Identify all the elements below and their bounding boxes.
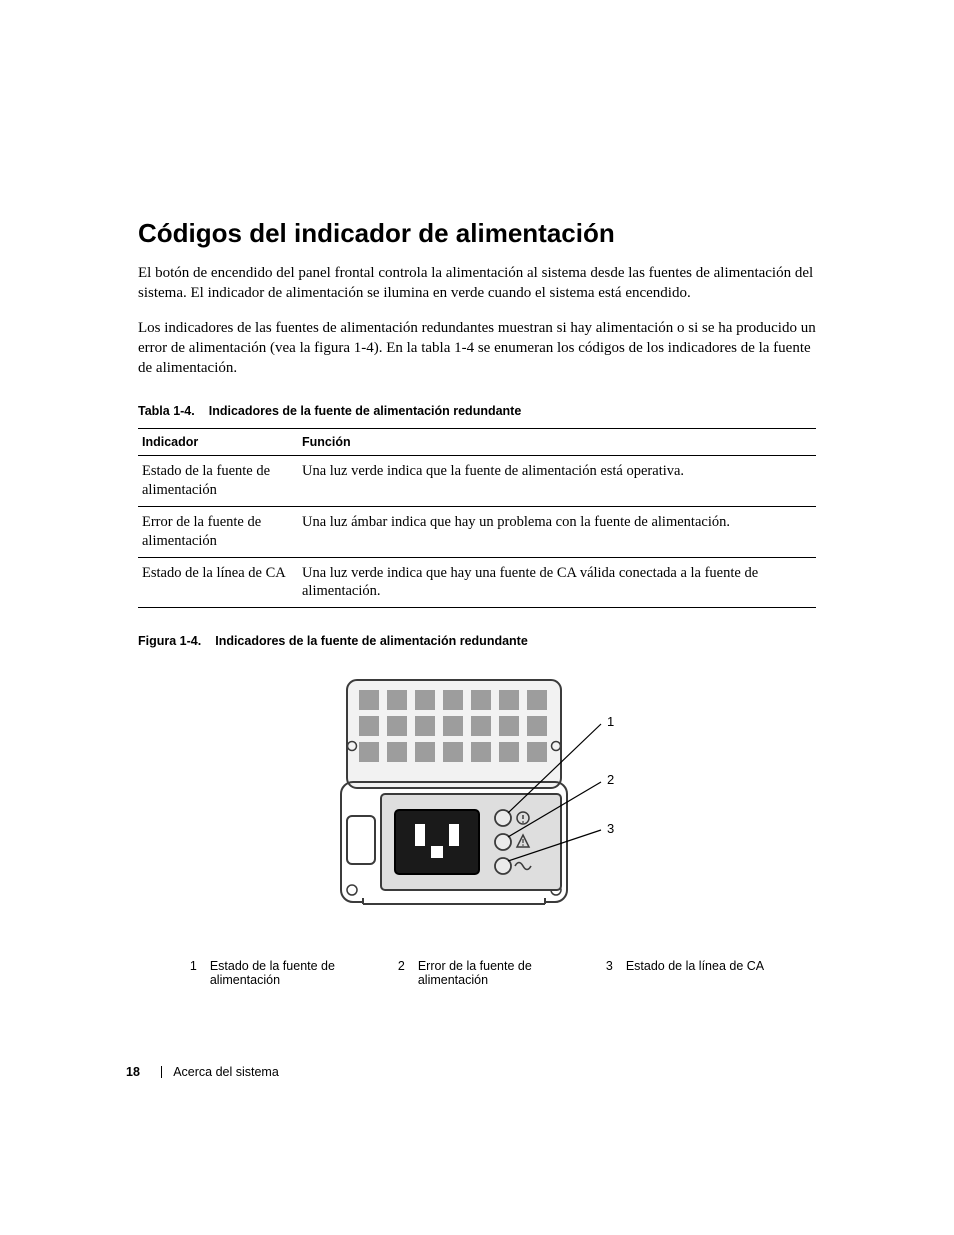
intro-paragraph-1: El botón de encendido del panel frontal …	[138, 263, 816, 304]
legend-item: 3 Estado de la línea de CA	[606, 959, 764, 987]
indicator-table: Indicador Función Estado de la fuente de…	[138, 428, 816, 608]
callout-label-3: 3	[607, 821, 614, 836]
callout-label-1: 1	[607, 714, 614, 729]
table-caption-number: Tabla 1-4.	[138, 404, 195, 418]
legend-number: 3	[606, 959, 614, 987]
page-heading: Códigos del indicador de alimentación	[138, 218, 816, 249]
table-row: Estado de la línea de CA Una luz verde i…	[138, 557, 816, 608]
figure-container: 1 2 3	[138, 674, 816, 939]
table-header-indicator: Indicador	[138, 429, 298, 456]
cell-indicator: Estado de la fuente de alimentación	[138, 456, 298, 507]
legend-text: Estado de la línea de CA	[626, 959, 764, 987]
table-header-function: Función	[298, 429, 816, 456]
power-supply-diagram	[337, 674, 617, 934]
figure-caption: Figura 1-4. Indicadores de la fuente de a…	[138, 634, 816, 648]
table-caption-text: Indicadores de la fuente de alimentación…	[209, 404, 522, 418]
cell-function: Una luz ámbar indica que hay un problema…	[298, 506, 816, 557]
cell-indicator: Estado de la línea de CA	[138, 557, 298, 608]
footer-section: Acerca del sistema	[173, 1065, 279, 1079]
table-caption: Tabla 1-4. Indicadores de la fuente de al…	[138, 404, 816, 418]
table-row: Error de la fuente de alimentación Una l…	[138, 506, 816, 557]
legend-text: Error de la fuente de alimentación	[418, 959, 578, 987]
legend-number: 2	[398, 959, 406, 987]
document-page: Códigos del indicador de alimentación El…	[0, 0, 954, 1235]
legend-text: Estado de la fuente de alimentación	[210, 959, 370, 987]
figure-caption-text: Indicadores de la fuente de alimentación…	[215, 634, 528, 648]
legend-item: 2 Error de la fuente de alimentación	[398, 959, 578, 987]
cell-function: Una luz verde indica que hay una fuente …	[298, 557, 816, 608]
figure-legend: 1 Estado de la fuente de alimentación 2 …	[138, 959, 816, 987]
cell-indicator: Error de la fuente de alimentación	[138, 506, 298, 557]
page-footer: 18 Acerca del sistema	[126, 1065, 279, 1079]
legend-number: 1	[190, 959, 198, 987]
table-row: Estado de la fuente de alimentación Una …	[138, 456, 816, 507]
page-number: 18	[126, 1065, 140, 1079]
intro-paragraph-2: Los indicadores de las fuentes de alimen…	[138, 318, 816, 379]
footer-separator-icon	[161, 1066, 162, 1078]
figure-caption-number: Figura 1-4.	[138, 634, 201, 648]
legend-item: 1 Estado de la fuente de alimentación	[190, 959, 370, 987]
callout-label-2: 2	[607, 772, 614, 787]
cell-function: Una luz verde indica que la fuente de al…	[298, 456, 816, 507]
